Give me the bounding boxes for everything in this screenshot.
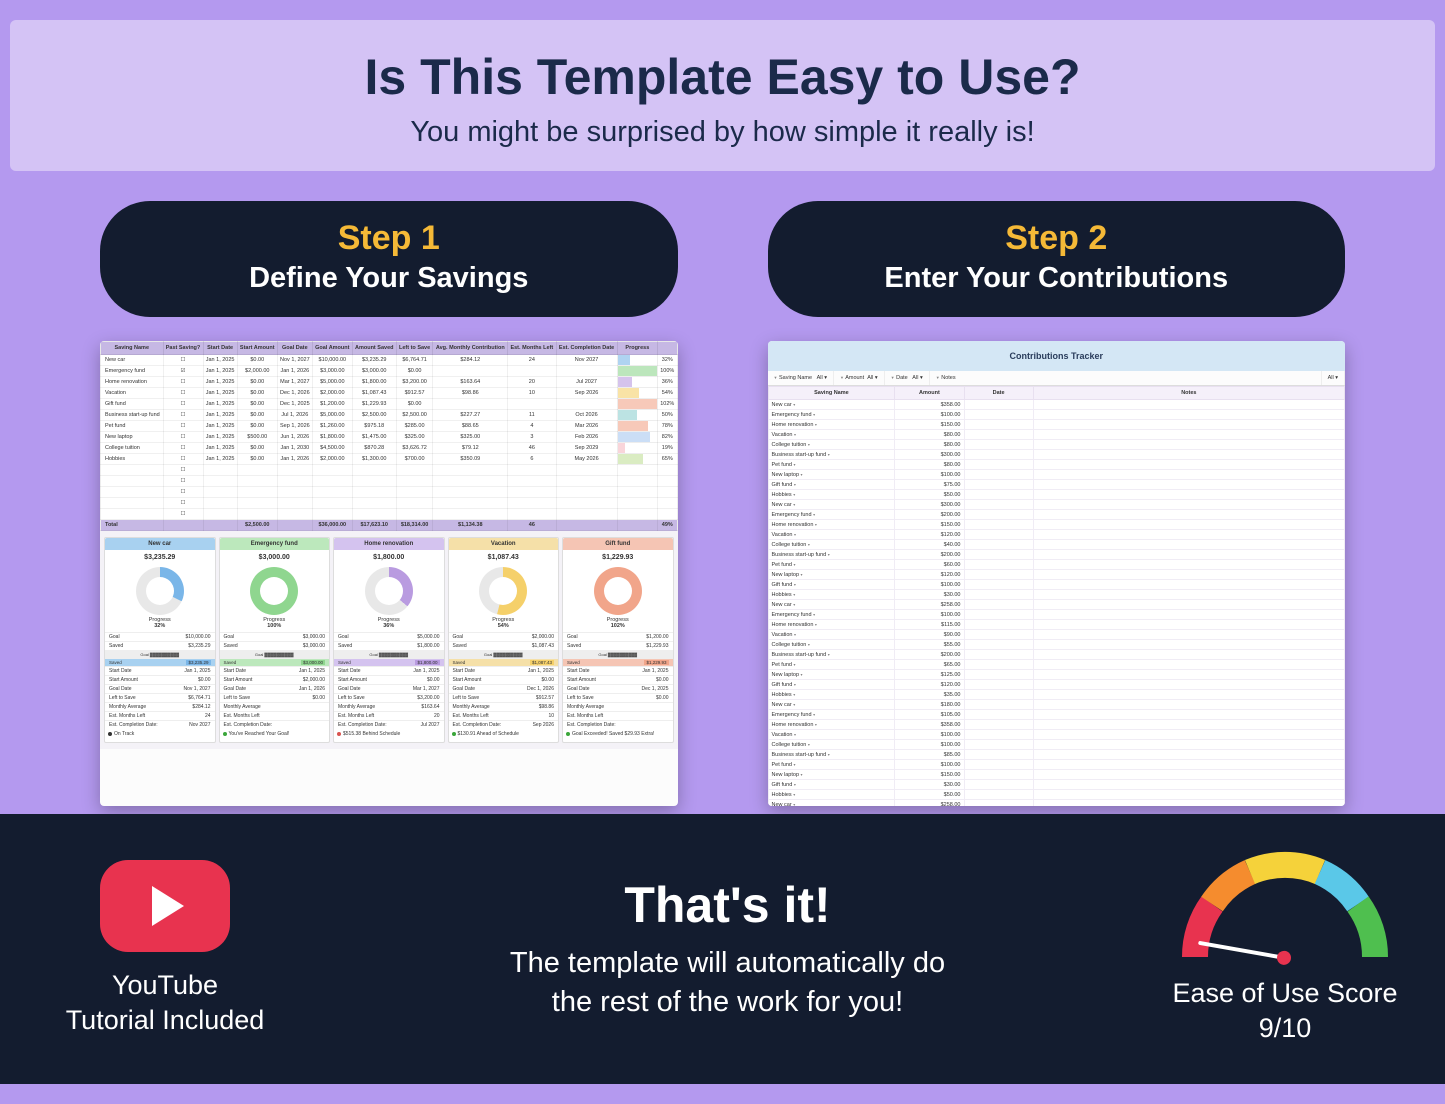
step2-pill: Step 2 Enter Your Contributions	[768, 201, 1346, 317]
youtube-icon	[100, 860, 230, 952]
step2-screenshot: Contributions Tracker▼ Saving Name All ▾…	[768, 341, 1346, 806]
youtube-caption: YouTubeTutorial Included	[20, 968, 310, 1038]
footer-bar: YouTubeTutorial Included That's it! The …	[0, 814, 1445, 1084]
step1-pill: Step 1 Define Your Savings	[100, 201, 678, 317]
step2-desc: Enter Your Contributions	[788, 262, 1326, 295]
footer-left: YouTubeTutorial Included	[0, 860, 330, 1038]
step1-screenshot: Saving NamePast Saving?Start DateStart A…	[100, 341, 678, 806]
step2-label: Step 2	[788, 219, 1326, 258]
footer-mid-heading: That's it!	[340, 876, 1115, 934]
step2-column: Step 2 Enter Your Contributions Contribu…	[768, 201, 1346, 806]
header-banner: Is This Template Easy to Use? You might …	[10, 20, 1435, 171]
step1-column: Step 1 Define Your Savings Saving NamePa…	[100, 201, 678, 806]
header-title: Is This Template Easy to Use?	[30, 48, 1415, 106]
score-caption: Ease of Use Score9/10	[1125, 976, 1445, 1046]
header-subtitle: You might be surprised by how simple it …	[30, 116, 1415, 149]
gauge-icon	[1180, 852, 1390, 962]
step1-label: Step 1	[120, 219, 658, 258]
footer-mid-sub: The template will automatically dothe re…	[340, 944, 1115, 1022]
footer-mid: That's it! The template will automatical…	[330, 876, 1125, 1022]
footer-right: Ease of Use Score9/10	[1125, 852, 1445, 1046]
step1-desc: Define Your Savings	[120, 262, 658, 295]
